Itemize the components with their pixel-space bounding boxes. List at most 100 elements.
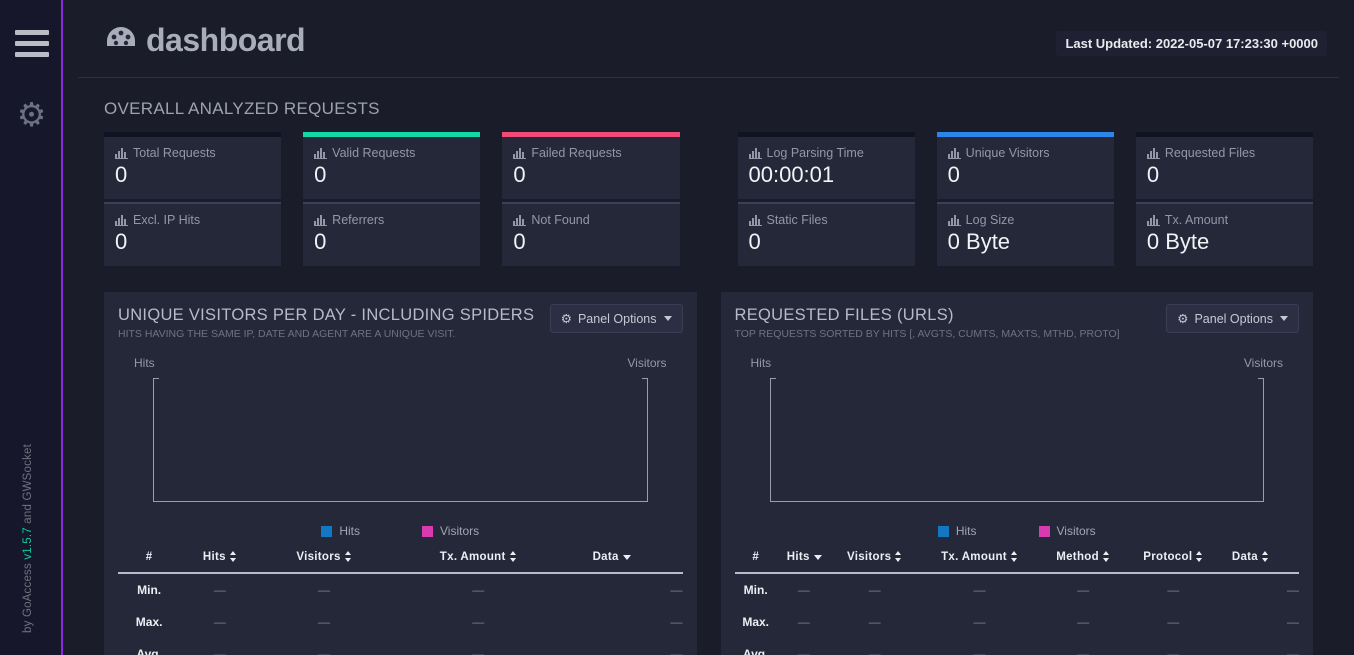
panel-header: Unique Visitors per Day - Including spid…	[118, 304, 683, 350]
main-content: dashboard Last Updated: 2022-05-07 17:23…	[63, 0, 1354, 655]
table-row: Max. — — — —	[118, 606, 683, 638]
kpi-column: Log Parsing Time 00:00:01 Static Files 0	[737, 132, 915, 266]
chart: Hits Visitors	[735, 356, 1300, 516]
table-header-data[interactable]: Data	[1221, 551, 1280, 573]
chart-legend: Hits Visitors	[735, 524, 1300, 538]
table-header-visitors[interactable]: Visitors	[831, 551, 919, 573]
table-cell: —	[1077, 583, 1090, 597]
legend-swatch	[422, 525, 434, 537]
sort-both-icon[interactable]	[1010, 551, 1018, 563]
chart-axis-label-right: Visitors	[1243, 356, 1283, 370]
table-header-method[interactable]: Method	[1040, 551, 1125, 573]
chart-tick-right	[1258, 378, 1264, 379]
table-cell: —	[797, 647, 810, 655]
legend-item[interactable]: Hits	[937, 524, 977, 538]
chart-x-axis	[153, 501, 648, 502]
legend-label: Visitors	[1056, 524, 1096, 538]
chart-axis-label-right: Visitors	[627, 356, 667, 370]
sort-both-icon[interactable]	[895, 551, 902, 563]
legend-label: Hits	[339, 524, 361, 538]
kpi-card: Failed Requests 0	[502, 132, 680, 199]
sort-both-icon[interactable]	[1261, 551, 1269, 563]
table-header-label: Tx. Amount	[439, 551, 506, 563]
table-cell: —	[472, 647, 485, 655]
table-cell-data: —	[670, 647, 683, 655]
table-header-data[interactable]: Data	[568, 551, 655, 573]
legend-swatch	[937, 525, 949, 537]
table-cell: —	[797, 583, 810, 597]
table-cell: —	[1077, 647, 1090, 655]
last-updated-badge: Last Updated: 2022-05-07 17:23:30 +0000	[1056, 31, 1327, 56]
kpi-group-right: Log Parsing Time 00:00:01 Static Files 0 Uni…	[737, 132, 1314, 266]
table-cell	[568, 573, 655, 606]
table-header-label: #	[752, 551, 760, 563]
sort-both-icon[interactable]	[229, 551, 237, 563]
kpi-value: 0	[115, 229, 128, 254]
kpi-label-text: Valid Requests	[332, 146, 416, 160]
table-header-tx-amount[interactable]: Tx. Amount	[919, 551, 1041, 573]
kpi-label: Total Requests	[115, 146, 270, 160]
table-cell: —	[472, 583, 485, 597]
kpi-label: Referrers	[314, 213, 469, 227]
table-header-tx-amount[interactable]: Tx. Amount	[389, 551, 568, 573]
kpi-label-text: Referrers	[332, 213, 385, 227]
bar-chart-icon	[314, 148, 328, 159]
sidebar-toggle-button[interactable]	[0, 30, 63, 57]
kpi-value: 0	[314, 229, 327, 254]
sort-both-icon[interactable]	[344, 551, 352, 563]
table-cell: —	[472, 615, 485, 629]
chart-plot-area	[769, 378, 1264, 502]
sort-desc-icon[interactable]	[622, 551, 631, 562]
kpi-value: 0	[748, 229, 761, 254]
bar-chart-icon	[947, 215, 961, 226]
kpi-label: Static Files	[748, 213, 904, 227]
panel-2: Requested Files (URLs) Top requests sorte…	[720, 292, 1313, 655]
table-header-protocol[interactable]: Protocol	[1126, 551, 1221, 573]
table-row-label: Min.	[743, 583, 768, 597]
kpi-column: Unique Visitors 0 Log Size 0 Byte	[936, 132, 1114, 266]
kpi-label: Requested Files	[1146, 146, 1302, 160]
panel-options-button[interactable]: ⚙ Panel Options	[1166, 304, 1299, 333]
sort-both-icon[interactable]	[1102, 551, 1110, 563]
table-cell	[568, 638, 655, 655]
table-row: Avg. — — — —	[118, 638, 683, 655]
legend-swatch	[1038, 525, 1050, 537]
table-cell: —	[973, 647, 986, 655]
kpi-column: Failed Requests 0 Not Found 0	[502, 132, 680, 266]
table-header-hits[interactable]: Hits	[777, 551, 831, 573]
table-header-[interactable]: #	[735, 551, 777, 573]
kpi-card: Static Files 0	[737, 202, 915, 266]
legend-item[interactable]: Visitors	[422, 524, 479, 538]
kpi-label-text: Excl. IP Hits	[133, 213, 201, 227]
legend-swatch	[321, 525, 333, 537]
kpi-value: 0	[947, 162, 960, 187]
table-header-hits[interactable]: Hits	[180, 551, 259, 573]
sort-both-icon[interactable]	[509, 551, 517, 563]
brand-title: dashboard	[146, 22, 306, 58]
bar-chart-icon	[513, 148, 527, 159]
legend-item[interactable]: Visitors	[1038, 524, 1096, 538]
table-row: Min. — — — —	[118, 573, 682, 606]
legend-item[interactable]: Hits	[321, 524, 360, 538]
sort-desc-icon[interactable]	[813, 551, 822, 562]
table-header-visitors[interactable]: Visitors	[259, 551, 388, 573]
table-cell: —	[213, 583, 226, 597]
kpi-label: Tx. Amount	[1146, 213, 1302, 227]
table-header-label: Data	[1231, 551, 1258, 563]
kpi-label-text: Total Requests	[133, 146, 216, 160]
table-header-label: Visitors	[296, 551, 341, 563]
table-row-label: Max.	[742, 615, 770, 629]
panel-options-button[interactable]: ⚙ Panel Options	[549, 304, 683, 333]
kpi-column: Total Requests 0 Excl. IP Hits 0	[104, 132, 282, 266]
kpi-card: Log Size 0 Byte	[936, 202, 1114, 266]
kpi-value: 0	[115, 162, 128, 187]
chevron-down-icon	[1280, 316, 1288, 321]
sort-both-icon[interactable]	[1196, 551, 1203, 563]
sidebar-settings-button[interactable]: ⚙	[0, 98, 63, 131]
table-header-label: Hits	[202, 551, 226, 563]
table-cell: —	[318, 583, 330, 597]
table-header-[interactable]: #	[118, 551, 180, 573]
sidebar: ⚙ by GoAccess v1.5.7 and GWSocket	[0, 0, 63, 655]
kpi-label: Log Size	[947, 213, 1103, 227]
table-cell: —	[318, 647, 330, 655]
